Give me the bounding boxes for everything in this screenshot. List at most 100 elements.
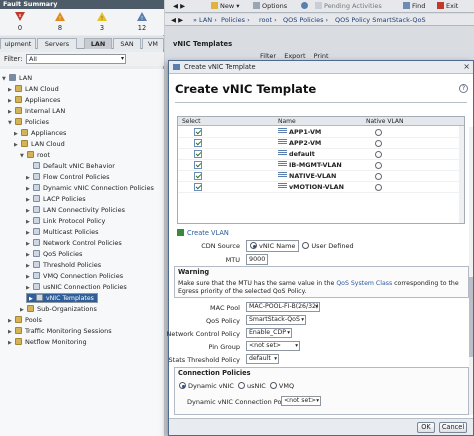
close-icon[interactable]: × [463,62,470,72]
tree-item-network-control-policies[interactable]: ▶ Network Control Policies [26,238,122,249]
tab-san[interactable]: SAN [113,38,141,49]
dynamic-vnic-connection-policy-select[interactable]: <not set> ▾ [281,396,321,406]
tree-item-multicast-policies[interactable]: ▶ Multicast Policies [26,227,99,238]
vlan-select-checkbox[interactable] [194,161,202,169]
filter-action[interactable]: Filter [260,52,276,60]
options-button[interactable]: Options [253,2,287,11]
stats-threshold-policy-select[interactable]: default ▾ [246,354,279,364]
native-vlan-radio[interactable] [375,173,382,180]
native-vlan-radio[interactable] [375,162,382,169]
find-button[interactable]: Find [403,2,425,11]
native-vlan-radio[interactable] [375,140,382,147]
tree-item-vmq-connection-policies[interactable]: ▶ VMQ Connection Policies [26,271,123,282]
tree-item-usnic-connection-policies[interactable]: ▶ usNIC Connection Policies [26,282,127,293]
tree-item-lan-cloud[interactable]: ▶ LAN Cloud [8,84,59,95]
tree-item-lacp-policies[interactable]: ▶ LACP Policies [26,194,86,205]
tree-item-policies[interactable]: ▼ Policies [8,117,49,128]
breadcrumb-item[interactable]: » LAN › [193,16,217,25]
radio-usnic[interactable]: usNIC [237,382,266,390]
tree-item-lan[interactable]: ▼ LAN [2,73,32,84]
create-vlan-link[interactable]: Create VLAN [177,229,229,237]
tree-item-pools[interactable]: ▶ Pools [8,315,42,326]
expand-icon[interactable]: ▶ [8,338,15,349]
native-vlan-radio[interactable] [375,151,382,158]
tree-item-label: LAN Cloud [25,85,59,93]
chevron-down-icon: ▾ [295,343,298,349]
column-header-native-vlan[interactable]: Native VLAN [366,117,404,126]
tree-item-internal-lan[interactable]: ▶ Internal LAN [8,106,65,117]
fault-critical[interactable]: x 0 [2,11,38,32]
ok-button[interactable]: OK [417,422,435,433]
filter-select[interactable]: All ▾ [26,54,126,64]
tab-lan[interactable]: LAN [84,38,112,49]
tree-item-label: LAN Cloud [31,140,65,148]
vlan-table-scrollbar[interactable] [459,126,464,223]
fault-warning[interactable]: ! 12 [124,11,160,32]
native-vlan-radio[interactable] [375,184,382,191]
tree-item-netflow-monitoring[interactable]: ▶ Netflow Monitoring [8,337,87,348]
fault-major[interactable]: ! 8 [42,11,78,32]
tree-item-vnic-templates[interactable]: ▶ vNIC Templates [26,293,98,303]
tab-servers[interactable]: Servers [37,38,77,49]
new-button[interactable]: New ▾ [211,2,240,11]
vlan-select-checkbox[interactable] [194,172,202,180]
tree-item-dynamic-vnic-connection-policies[interactable]: ▶ Dynamic vNIC Connection Policies [26,183,154,194]
breadcrumb-item[interactable]: root › [259,16,277,25]
tree-item-threshold-policies[interactable]: ▶ Threshold Policies [26,260,101,271]
nav-tabs: uipment Servers LAN SAN VM [0,36,164,49]
vlan-select-checkbox[interactable] [194,139,202,147]
tree-item-link-protocol-policy[interactable]: ▶ Link Protocol Policy [26,216,105,227]
vlan-select-checkbox[interactable] [194,183,202,191]
dialog-titlebar[interactable]: Create vNIC Template × [169,61,473,74]
lan-icon [9,74,16,81]
help-button[interactable] [301,2,310,11]
tree-item-root[interactable]: ▼ root [20,150,50,161]
qos-system-class-link[interactable]: QoS System Class [336,280,392,287]
breadcrumb-item[interactable]: QOS Policies › [283,16,328,25]
qos-policy-select[interactable]: SmartStack-QoS ▾ [246,315,306,325]
mtu-input[interactable]: 9000 [246,254,268,265]
column-header-select[interactable]: Select [182,117,201,126]
pending-activities-button[interactable]: Pending Activities [315,2,382,11]
dialog-scrollbar[interactable] [469,127,473,415]
native-vlan-radio[interactable] [375,129,382,136]
chevron-down-icon: ▾ [287,330,290,336]
export-action[interactable]: Export [284,52,305,60]
network-control-policy-select[interactable]: Enable_CDP ▾ [246,328,292,338]
radio-dynamic-vnic[interactable]: Dynamic vNIC [179,382,234,390]
print-action[interactable]: Print [314,52,329,60]
breadcrumb-item[interactable]: QOS Policy SmartStack-QoS [335,16,426,25]
cancel-button[interactable]: Cancel [439,422,467,433]
folder-icon [15,338,22,345]
tree-item-policies-appliances[interactable]: ▶ Appliances [14,128,66,139]
pin-group-select[interactable]: <not set> ▾ [246,341,300,351]
tree-item-appliances[interactable]: ▶ Appliances [8,95,60,106]
tree-item-flow-control-policies[interactable]: ▶ Flow Control Policies [26,172,110,183]
exit-button[interactable]: Exit [437,2,458,11]
column-header-name[interactable]: Name [278,117,296,126]
tree-item-lan-connectivity-policies[interactable]: ▶ LAN Connectivity Policies [26,205,125,216]
radio-vmq[interactable]: VMQ [269,382,294,390]
nav-arrows[interactable]: ◀ ▶ [171,16,183,25]
scrollbar-thumb[interactable] [469,277,473,357]
tab-equipment[interactable]: uipment [0,38,36,49]
tree-item-policies-lan-cloud[interactable]: ▶ LAN Cloud [14,139,65,150]
tree-item-label: Internal LAN [25,107,66,115]
mac-pool-select[interactable]: MAC-POOL-FI-B(26/32) ▾ [246,302,320,312]
tree-item-traffic-monitoring-sessions[interactable]: ▶ Traffic Monitoring Sessions [8,326,112,337]
folder-icon [15,96,22,103]
tree-item-sub-organizations[interactable]: ▶ Sub-Organizations [20,304,97,315]
breadcrumb-item[interactable]: Policies › [221,16,250,25]
vlan-select-checkbox[interactable] [194,150,202,158]
cdn-source-vnic-name[interactable]: vNIC Name [246,240,300,252]
tree-item-qos-policies[interactable]: ▶ QoS Policies [26,249,82,260]
expand-icon[interactable]: ▶ [29,295,36,303]
back-button[interactable]: ◀ ▶ [173,2,185,11]
radio-unselected [269,382,277,389]
cdn-source-user-defined[interactable]: User Defined [302,242,354,250]
tree-item-default-vnic-behavior[interactable]: Default vNIC Behavior [26,161,115,172]
fault-minor[interactable]: ! 3 [84,11,120,32]
tab-vm[interactable]: VM [142,38,164,49]
vlan-select-checkbox[interactable] [194,128,202,136]
help-icon[interactable]: ? [459,84,468,93]
